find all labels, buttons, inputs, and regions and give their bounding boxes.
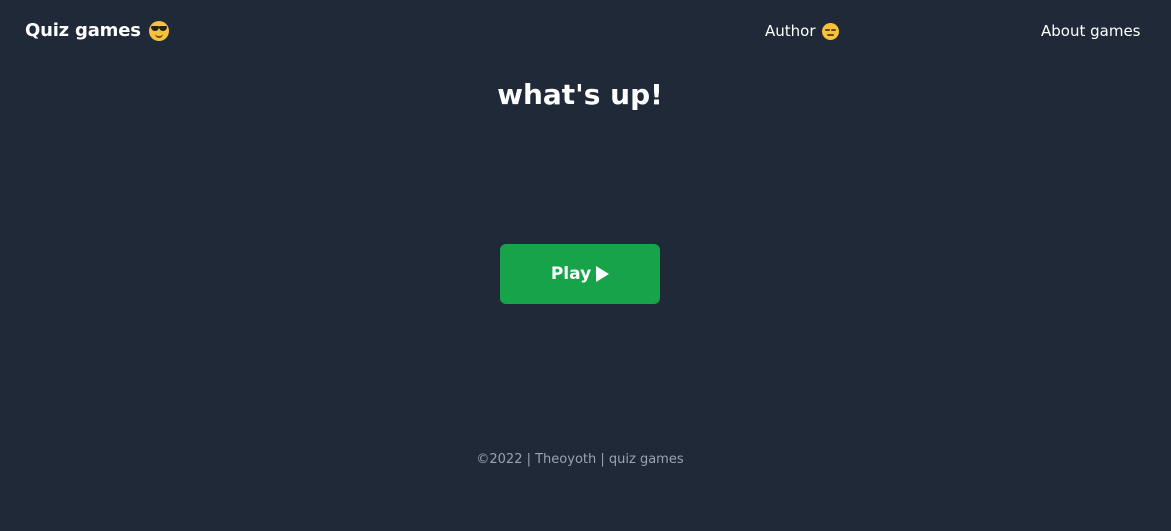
footer-copyright: ©2022 | Theoyoth | quiz games [476,452,684,467]
nav-about-label: About games [1041,22,1141,40]
page-headline: what's up! [497,78,663,111]
sunglasses-emoji-icon [148,20,169,41]
brand-title: Quiz games [25,20,141,41]
play-button[interactable]: Play [500,244,660,304]
neutral-face-emoji-icon [821,22,839,40]
nav-author-link[interactable]: Author [765,22,839,40]
navbar: Quiz games Author About games [0,0,1171,66]
nav-author-label: Author [765,22,816,40]
play-button-label: Play [550,264,592,284]
play-icon [596,266,610,282]
footer: ©2022 | Theoyoth | quiz games [0,452,1160,467]
nav-about-games-link[interactable]: About games [1041,22,1141,40]
brand-link[interactable]: Quiz games [25,20,169,41]
